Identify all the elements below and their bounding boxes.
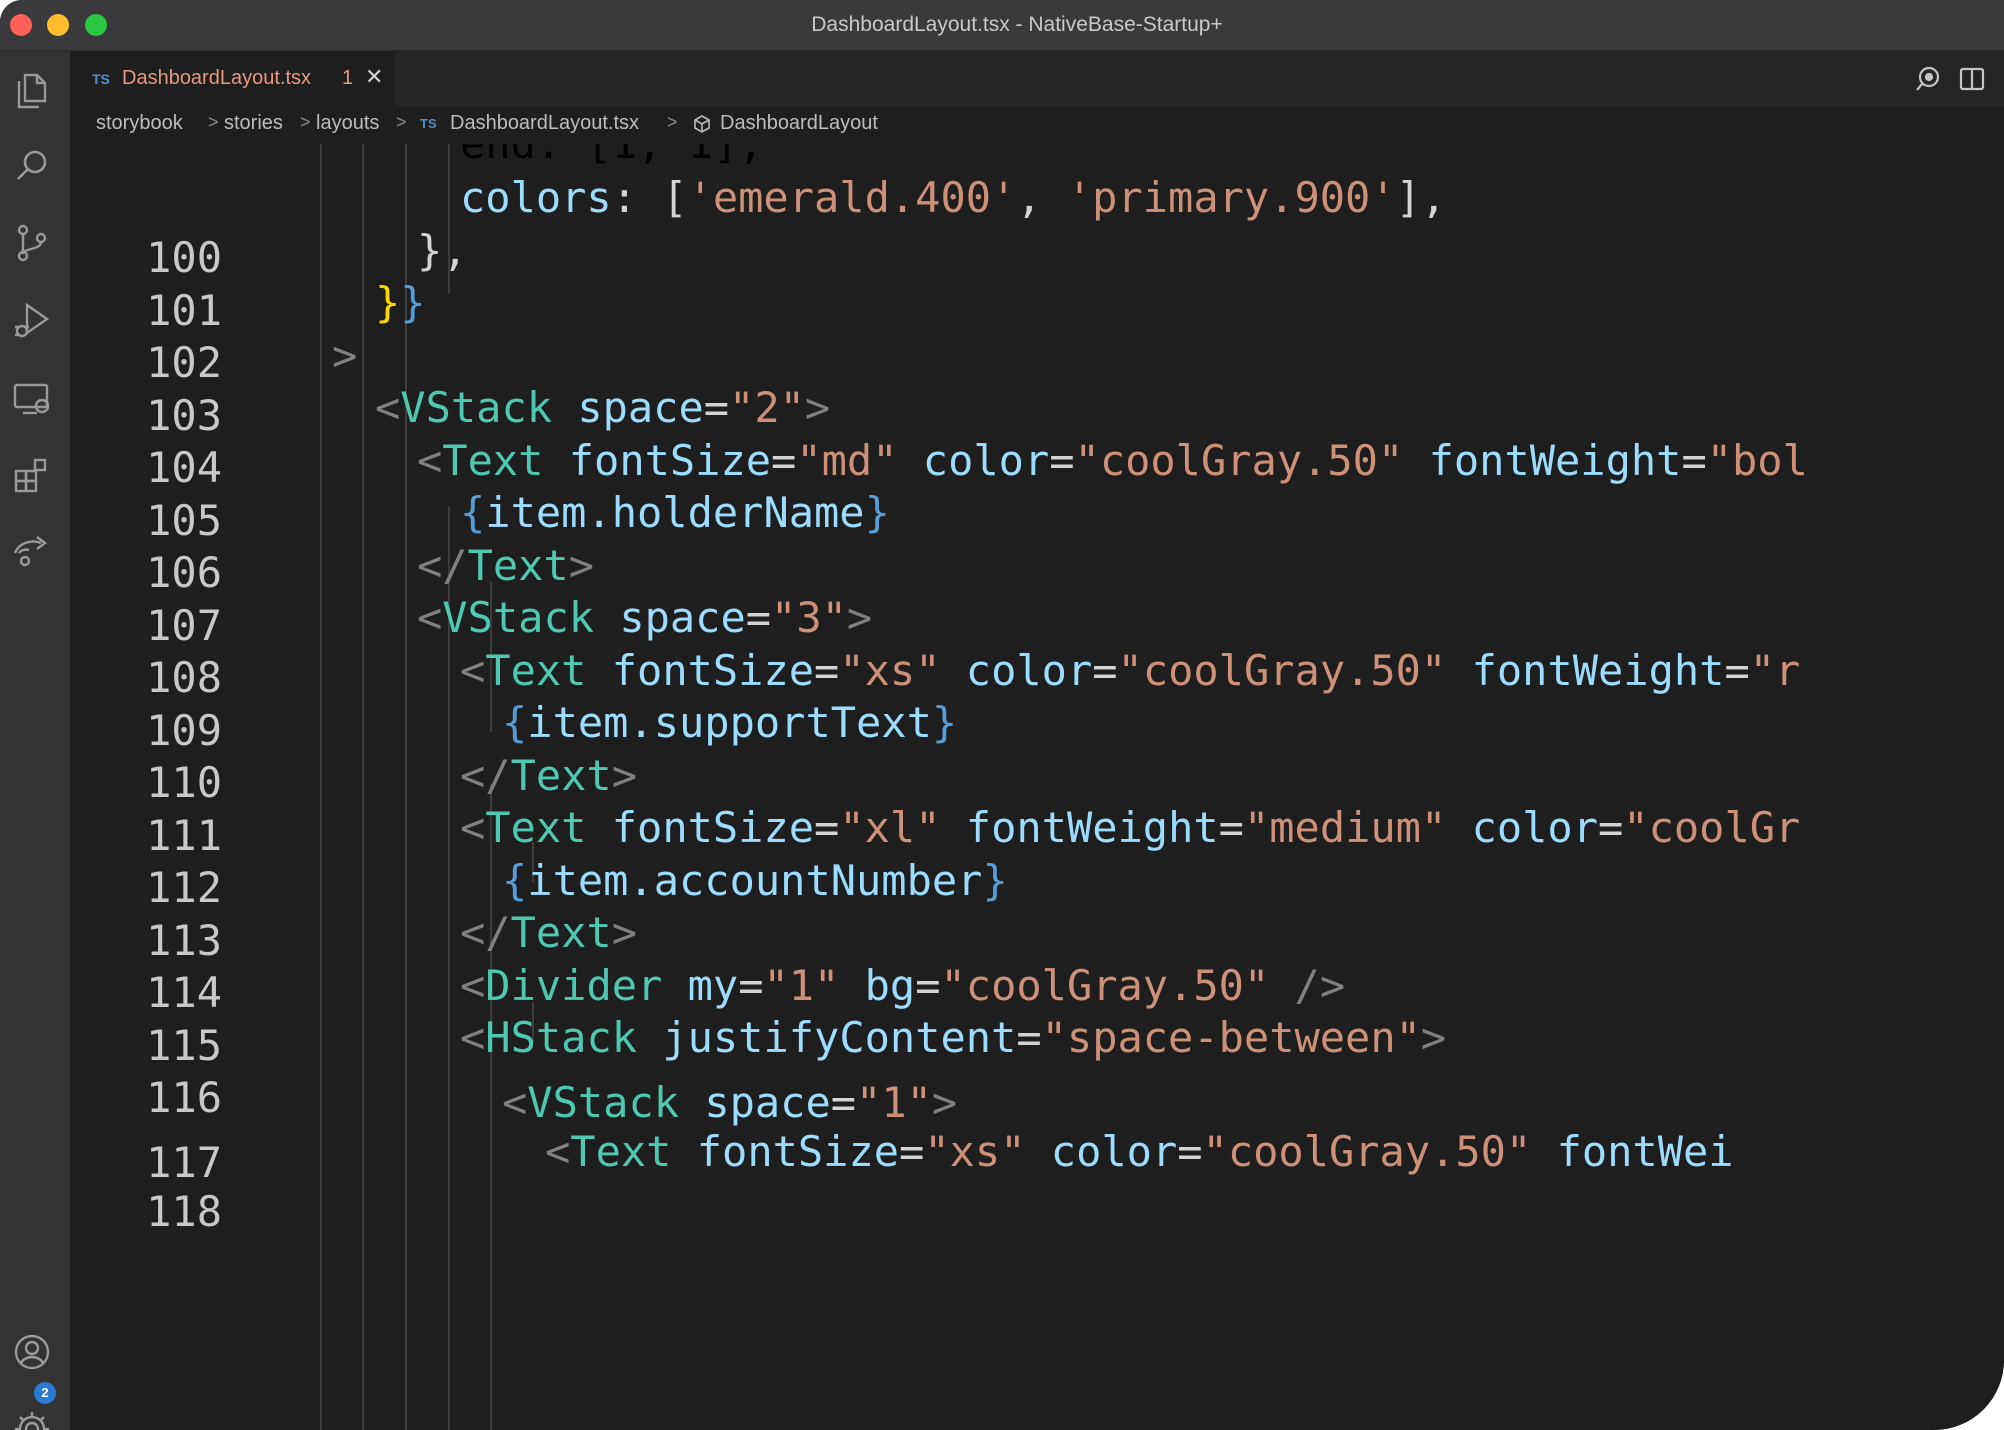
tab-filename: DashboardLayout.tsx: [122, 67, 312, 89]
chevron-right-icon: >: [300, 112, 311, 132]
breadcrumb-item-layouts[interactable]: layouts: [316, 112, 379, 135]
tab-close-icon[interactable]: ✕: [365, 64, 383, 90]
tab-dashboardlayout[interactable]: TS DashboardLayout.tsx 1 ✕: [70, 51, 395, 106]
code-text: <Divider my="1" bg="coolGray.50" />: [460, 961, 1346, 1010]
code-editor[interactable]: end: [1, 1], 100 colors: ['emerald.400',…: [70, 144, 2004, 1430]
code-text: </Text>: [417, 541, 595, 590]
breadcrumb-item-symbol[interactable]: DashboardLayout: [720, 112, 878, 135]
activity-bar: 2: [0, 51, 70, 1430]
chevron-right-icon: >: [396, 112, 407, 132]
typescript-file-icon: TS: [420, 116, 437, 131]
code-text: {item.holderName}: [460, 488, 890, 537]
code-text: <Text fontSize="xl" fontWeight="medium" …: [460, 803, 1801, 852]
component-symbol-icon: [692, 114, 712, 140]
settings-gear-icon[interactable]: [11, 1408, 53, 1430]
code-line: 100 colors: ['emerald.400', 'primary.900…: [70, 168, 2004, 282]
code-line: 110 {item.supportText}: [70, 693, 2004, 807]
code-line: 115 <Divider my="1" bg="coolGray.50" />: [70, 956, 2004, 1070]
chevron-right-icon: >: [667, 112, 678, 132]
code-line: 113 {item.accountNumber}: [70, 851, 2004, 965]
tab-problem-count: 1: [342, 67, 354, 89]
window-title: DashboardLayout.tsx - NativeBase-Startup…: [811, 13, 1223, 36]
code-text: colors: ['emerald.400', 'primary.900'],: [460, 173, 1447, 222]
code-line: 104 <VStack space="2">: [70, 378, 2004, 492]
explorer-icon[interactable]: [11, 69, 53, 111]
split-editor-icon[interactable]: [1957, 64, 1987, 94]
breadcrumb-item-storybook[interactable]: storybook: [96, 112, 183, 135]
typescript-file-icon: TS: [92, 71, 110, 87]
code-line: 102 }}: [70, 273, 2004, 387]
code-line: 106 {item.holderName}: [70, 483, 2004, 597]
code-line: 112 <Text fontSize="xl" fontWeight="medi…: [70, 798, 2004, 912]
code-text: <Text fontSize="xs" color="coolGray.50" …: [545, 1127, 1734, 1176]
chevron-right-icon: >: [208, 112, 219, 132]
remote-explorer-icon[interactable]: [11, 377, 53, 419]
code-line: 108 <VStack space="3">: [70, 588, 2004, 702]
code-line: 111 </Text>: [70, 746, 2004, 860]
accounts-badge: 2: [34, 1382, 56, 1404]
live-share-icon[interactable]: [11, 531, 53, 573]
breadcrumb-item-stories[interactable]: stories: [224, 112, 283, 135]
code-line: 114 </Text>: [70, 903, 2004, 1017]
code-text: >: [332, 331, 358, 380]
title-bar: DashboardLayout.tsx - NativeBase-Startup…: [0, 0, 2004, 51]
code-text: </Text>: [460, 751, 638, 800]
code-line: 107 </Text>: [70, 536, 2004, 650]
extensions-icon[interactable]: [11, 454, 53, 496]
run-debug-icon[interactable]: [11, 299, 53, 341]
editor-tab-bar: TS DashboardLayout.tsx 1 ✕: [70, 51, 2004, 106]
code-text: {item.accountNumber}: [502, 856, 1008, 905]
code-text: <HStack justifyContent="space-between">: [460, 1013, 1447, 1062]
breadcrumb: storybook > stories > layouts > TS Dashb…: [70, 106, 2004, 144]
code-text: },: [417, 226, 468, 275]
code-line: 103 >: [70, 326, 2004, 440]
vscode-window: DashboardLayout.tsx - NativeBase-Startup…: [0, 0, 2004, 1430]
accounts-icon[interactable]: [11, 1331, 53, 1373]
search-editor-icon[interactable]: [1913, 64, 1943, 94]
source-control-icon[interactable]: [11, 222, 53, 264]
breadcrumb-item-file[interactable]: DashboardLayout.tsx: [450, 112, 639, 135]
code-line: 109 <Text fontSize="xs" color="coolGray.…: [70, 641, 2004, 755]
code-line: 101 },: [70, 221, 2004, 335]
code-text: <Text fontSize="md" color="coolGray.50" …: [417, 436, 1808, 485]
code-text: <VStack space="3">: [417, 593, 873, 642]
code-text: <VStack space="2">: [375, 383, 831, 432]
code-text: {item.supportText}: [502, 698, 958, 747]
code-text: <Text fontSize="xs" color="coolGray.50" …: [460, 646, 1801, 695]
code-line: 105 <Text fontSize="md" color="coolGray.…: [70, 431, 2004, 545]
search-icon[interactable]: [11, 145, 53, 187]
line-number: 118: [146, 1187, 222, 1236]
code-text: }}: [375, 278, 426, 327]
code-line: 118 <Text fontSize="xs" color="coolGray.…: [70, 1122, 2004, 1236]
code-line: 116 <HStack justifyContent="space-betwee…: [70, 1008, 2004, 1122]
code-text: </Text>: [460, 908, 638, 957]
